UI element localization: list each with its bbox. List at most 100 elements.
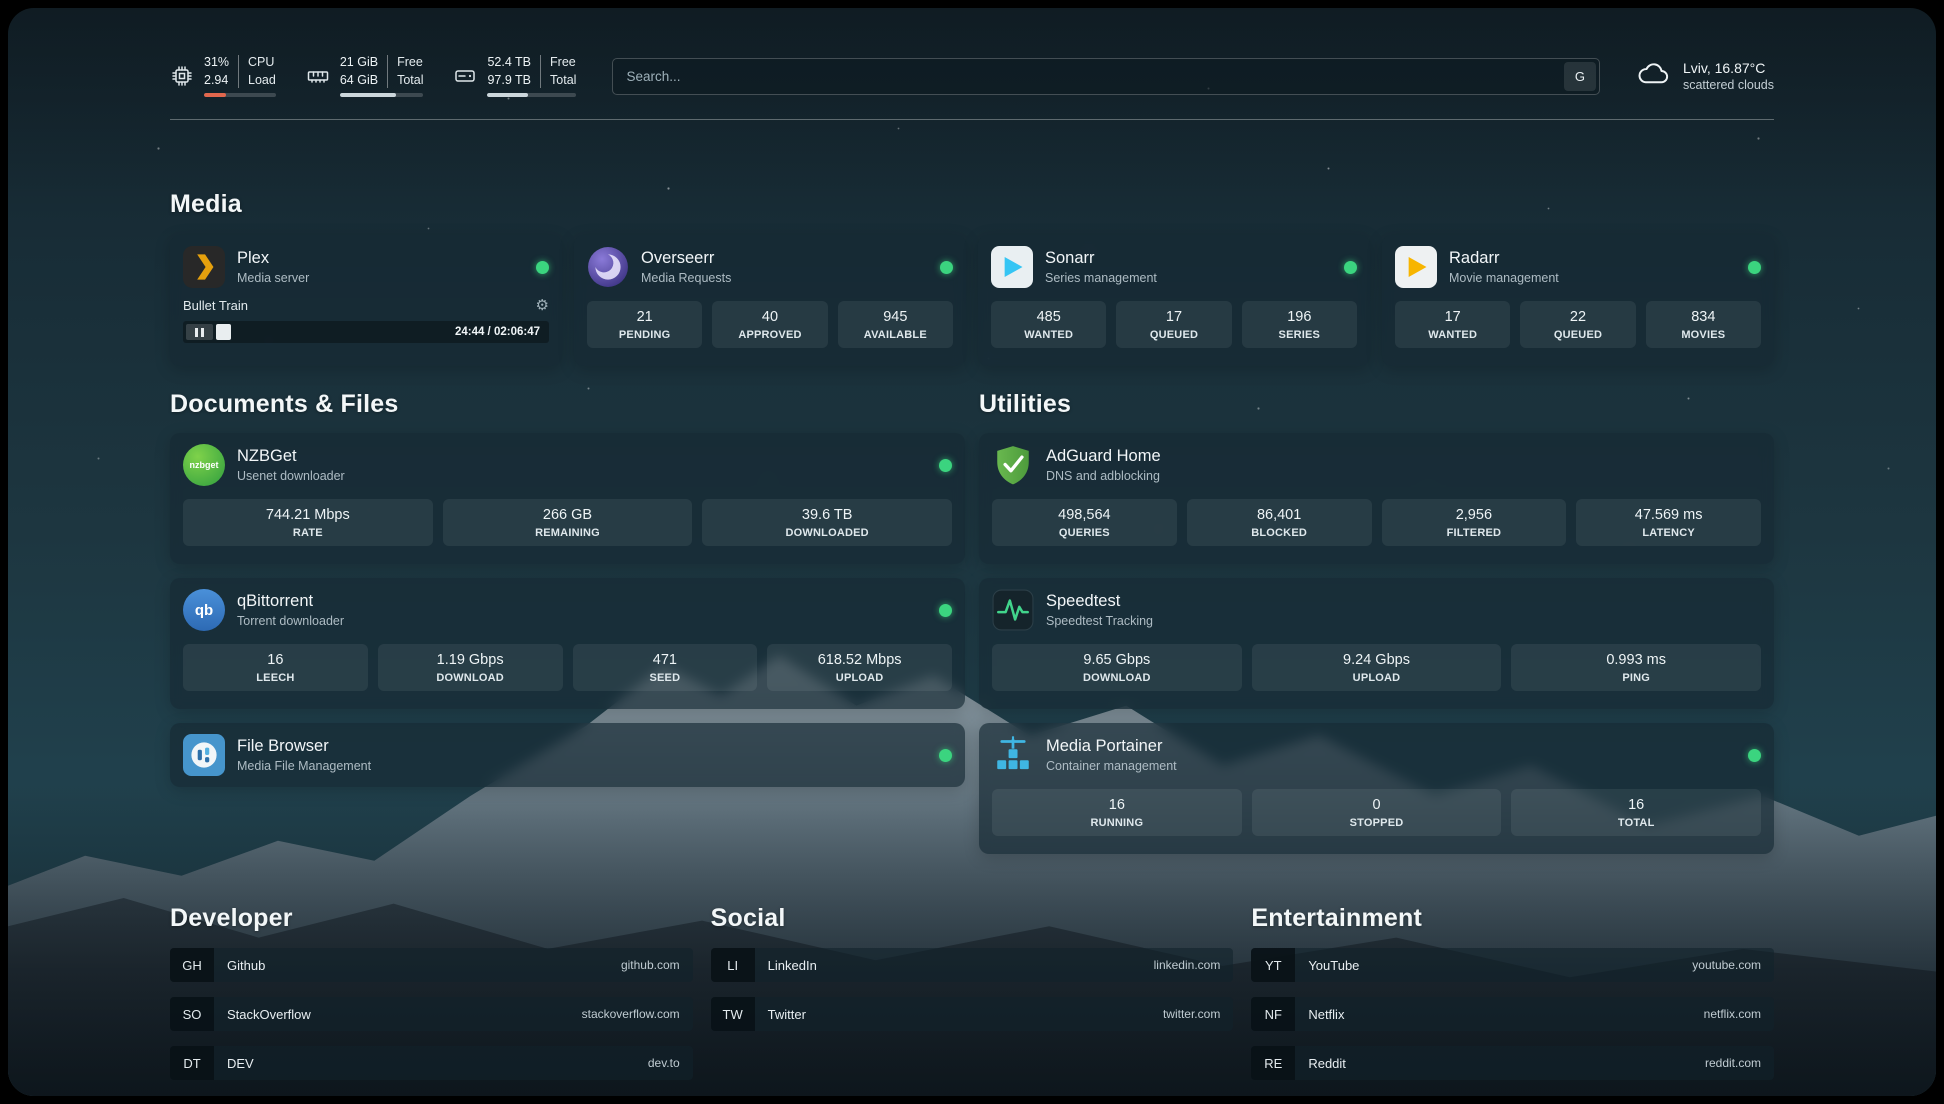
bookmark-stackoverflow[interactable]: SO StackOverflow stackoverflow.com: [170, 997, 693, 1031]
developer-section-title: Developer: [170, 904, 693, 933]
stat-value: 16: [1515, 797, 1757, 813]
stat-label: MOVIES: [1650, 329, 1757, 341]
stat-label: QUEUED: [1524, 329, 1631, 341]
stat-label: UPLOAD: [771, 672, 948, 684]
stat-remaining: 266 GB REMAINING: [443, 499, 693, 546]
reddit-badge: RE: [1251, 1046, 1295, 1080]
bookmark-name: Twitter: [768, 1007, 806, 1022]
stat-queued: 17 QUEUED: [1116, 301, 1231, 348]
playback-progress-bar[interactable]: 24:44 / 02:06:47: [183, 321, 549, 343]
documents-section-title: Documents & Files: [170, 390, 965, 419]
stat-label: DOWNLOAD: [382, 672, 559, 684]
stat-value: 9.65 Gbps: [996, 652, 1238, 668]
stat-label: APPROVED: [716, 329, 823, 341]
stat-movies: 834 MOVIES: [1646, 301, 1761, 348]
now-playing-title: Bullet Train: [183, 298, 248, 313]
settings-gear-icon[interactable]: ⚙: [536, 296, 549, 314]
stat-value: 485: [995, 309, 1102, 325]
stat-upload: 9.24 Gbps UPLOAD: [1252, 644, 1502, 691]
stat-rate: 744.21 Mbps RATE: [183, 499, 433, 546]
radarr-card[interactable]: Radarr Movie management 17 WANTED 22 QUE…: [1382, 235, 1774, 366]
app-subtitle: Torrent downloader: [237, 614, 344, 628]
bookmark-name: DEV: [227, 1056, 254, 1071]
disk-usage-widget: 52.4 TB 97.9 TB Free Total: [453, 55, 576, 97]
app-name: qBittorrent: [237, 592, 344, 611]
weather-condition: scattered clouds: [1683, 78, 1774, 92]
stat-label: QUERIES: [996, 527, 1173, 539]
status-online-dot: [939, 604, 952, 617]
bookmark-url: twitter.com: [1163, 1007, 1233, 1021]
nzbget-card[interactable]: nzbget NZBGet Usenet downloader 744.21 M…: [170, 433, 965, 564]
bookmark-url: netflix.com: [1704, 1007, 1774, 1021]
status-online-dot: [536, 261, 549, 274]
qbittorrent-card[interactable]: qb qBittorrent Torrent downloader 16 LEE…: [170, 578, 965, 709]
disk-free-value: 52.4 TB: [487, 55, 531, 71]
linkedin-badge: LI: [711, 948, 755, 982]
stat-queries: 498,564 QUERIES: [992, 499, 1177, 546]
stat-value: 834: [1650, 309, 1757, 325]
memory-free-label: Free: [397, 55, 423, 71]
cpu-icon: [170, 64, 194, 88]
bookmark-youtube[interactable]: YT YouTube youtube.com: [1251, 948, 1774, 982]
stat-filtered: 2,956 FILTERED: [1382, 499, 1567, 546]
stat-label: REMAINING: [447, 527, 689, 539]
stat-wanted: 485 WANTED: [991, 301, 1106, 348]
status-online-dot: [940, 261, 953, 274]
sonarr-card[interactable]: Sonarr Series management 485 WANTED 17 Q…: [978, 235, 1370, 366]
bookmark-linkedin[interactable]: LI LinkedIn linkedin.com: [711, 948, 1234, 982]
stat-running: 16 RUNNING: [992, 789, 1242, 836]
status-online-dot: [939, 459, 952, 472]
filebrowser-card[interactable]: File Browser Media File Management: [170, 723, 965, 787]
metric-divider: [238, 55, 239, 88]
app-name: NZBGet: [237, 447, 345, 466]
bookmark-twitter[interactable]: TW Twitter twitter.com: [711, 997, 1234, 1031]
bookmark-github[interactable]: GH Github github.com: [170, 948, 693, 982]
stat-value: 0.993 ms: [1515, 652, 1757, 668]
memory-total-value: 64 GiB: [340, 73, 378, 89]
stat-download: 9.65 Gbps DOWNLOAD: [992, 644, 1242, 691]
app-subtitle: Media Requests: [641, 271, 731, 285]
weather-widget: Lviv, 16.87°C scattered clouds: [1636, 60, 1774, 92]
bookmark-dev[interactable]: DT DEV dev.to: [170, 1046, 693, 1080]
entertainment-section-title: Entertainment: [1251, 904, 1774, 933]
stat-queued: 22 QUEUED: [1520, 301, 1635, 348]
adguard-card[interactable]: AdGuard Home DNS and adblocking 498,564 …: [979, 433, 1774, 564]
stat-available: 945 AVAILABLE: [838, 301, 953, 348]
stat-value: 498,564: [996, 507, 1173, 523]
stat-value: 945: [842, 309, 949, 325]
speedtest-card[interactable]: Speedtest Speedtest Tracking 9.65 Gbps D…: [979, 578, 1774, 709]
stat-value: 22: [1524, 309, 1631, 325]
stat-value: 266 GB: [447, 507, 689, 523]
search-input[interactable]: [612, 58, 1600, 95]
disk-total-value: 97.9 TB: [487, 73, 531, 89]
portainer-crane-icon: [992, 734, 1034, 776]
radarr-icon: [1395, 246, 1437, 288]
bookmark-name: Netflix: [1308, 1007, 1344, 1022]
stat-value: 618.52 Mbps: [771, 652, 948, 668]
social-section-title: Social: [711, 904, 1234, 933]
stat-value: 47.569 ms: [1580, 507, 1757, 523]
bookmark-netflix[interactable]: NF Netflix netflix.com: [1251, 997, 1774, 1031]
disk-total-label: Total: [550, 73, 576, 89]
app-subtitle: Speedtest Tracking: [1046, 614, 1153, 628]
app-name: Media Portainer: [1046, 737, 1177, 756]
overseerr-card[interactable]: Overseerr Media Requests 21 PENDING 40 A…: [574, 235, 966, 366]
app-subtitle: Series management: [1045, 271, 1157, 285]
cpu-label: CPU: [248, 55, 276, 71]
cloud-icon: [1636, 61, 1672, 92]
pause-button[interactable]: [186, 324, 213, 340]
playback-progress-fill: [216, 324, 231, 340]
bookmark-group-developer: Developer GH Github github.com SO StackO…: [170, 904, 693, 1080]
app-subtitle: Usenet downloader: [237, 469, 345, 483]
playback-time: 24:44 / 02:06:47: [455, 321, 540, 343]
app-name: Plex: [237, 249, 309, 268]
stat-seed: 471 SEED: [573, 644, 758, 691]
plex-card[interactable]: Plex Media server Bullet Train ⚙ 24:44 /…: [170, 235, 562, 366]
search-engine-button[interactable]: G: [1564, 62, 1596, 91]
dashboard-window: 31% 2.94 CPU Load: [8, 8, 1936, 1096]
media-section-title: Media: [170, 190, 1774, 219]
bookmark-reddit[interactable]: RE Reddit reddit.com: [1251, 1046, 1774, 1080]
stat-value: 39.6 TB: [706, 507, 948, 523]
portainer-card[interactable]: Media Portainer Container management 16 …: [979, 723, 1774, 854]
youtube-badge: YT: [1251, 948, 1295, 982]
